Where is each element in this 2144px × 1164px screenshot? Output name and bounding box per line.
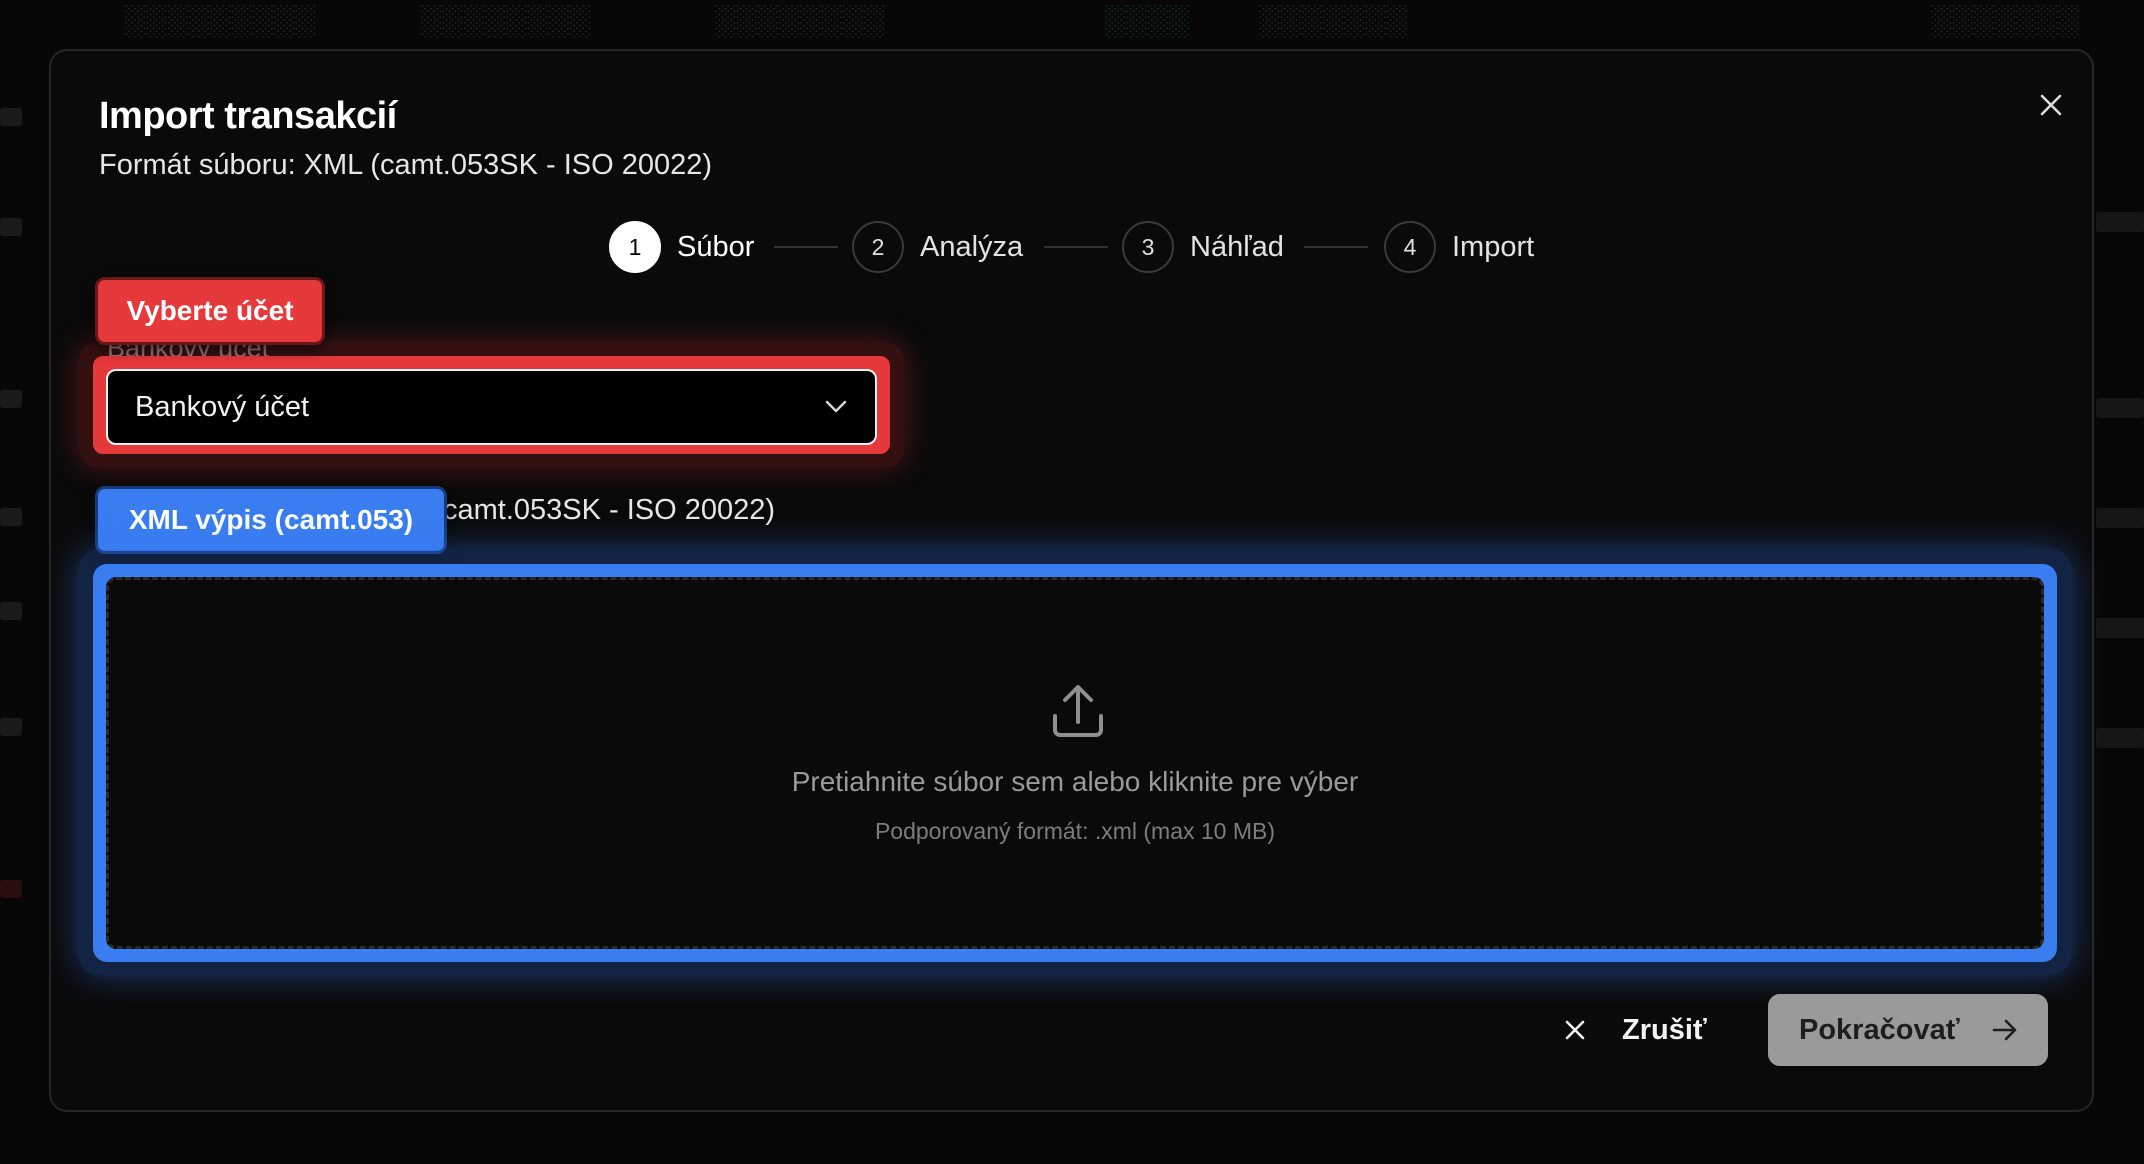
close-icon xyxy=(1565,1020,1585,1040)
step-label: Analýza xyxy=(920,230,1024,263)
step-number: 1 xyxy=(609,221,661,273)
background-nav-item: ░░░░░░░ xyxy=(1258,4,1407,37)
bank-account-select[interactable]: Bankový účet xyxy=(106,369,877,445)
upload-icon xyxy=(1053,685,1103,737)
step-file: 1 Súbor xyxy=(609,219,754,275)
dialog-subtitle: Formát súboru: XML (camt.053SK - ISO 200… xyxy=(99,149,713,181)
close-icon xyxy=(2040,94,2062,116)
background-nav-item: ░░░░░░░░ xyxy=(420,4,591,37)
step-label: Súbor xyxy=(677,230,755,263)
cancel-button-label: Zrušiť xyxy=(1622,1013,1707,1046)
step-preview: 3 Náhľad xyxy=(1122,219,1284,275)
dropzone-text: Pretiahnite súbor sem alebo kliknite pre… xyxy=(791,766,1359,797)
dropzone-hint: Podporovaný formát: .xml (max 10 MB) xyxy=(874,818,1276,844)
dialog-title: Import transakcií xyxy=(99,95,397,137)
step-connector xyxy=(1044,246,1108,248)
step-label: Import xyxy=(1452,230,1535,263)
file-dropzone[interactable]: Pretiahnite súbor sem alebo kliknite pre… xyxy=(106,577,2044,949)
continue-button[interactable]: Pokračovať xyxy=(1768,994,2048,1066)
step-number: 4 xyxy=(1384,221,1436,273)
step-label: Náhľad xyxy=(1190,230,1284,263)
step-number: 3 xyxy=(1122,221,1174,273)
file-format-label: camt.053SK - ISO 20022) xyxy=(443,494,776,526)
xml-statement-badge: XML výpis (camt.053) xyxy=(95,486,447,554)
background-nav-item: ░░░░░░░░ xyxy=(714,4,885,37)
account-error-badge: Vyberte účet xyxy=(95,277,325,345)
background-nav-item: ░░░░░░░ xyxy=(1930,4,2079,37)
continue-button-label: Pokračovať xyxy=(1799,1013,1960,1046)
step-connector xyxy=(1304,246,1368,248)
close-dialog-button[interactable] xyxy=(2029,83,2073,127)
step-number: 2 xyxy=(852,221,904,273)
import-dialog: Import transakcií Formát súboru: XML (ca… xyxy=(49,49,2094,1112)
step-import: 4 Import xyxy=(1384,219,1534,275)
arrow-right-icon xyxy=(1992,1019,2017,1041)
background-status: ░░░░ xyxy=(1104,4,1190,37)
background-nav-item: ░░░░░░░░░ xyxy=(124,4,316,37)
cancel-button[interactable]: Zrušiť xyxy=(1564,999,1782,1061)
background-topbar: ░░░░░░░░░ ░░░░░░░░ ░░░░░░░░ ░░░░ ░░░░░░░… xyxy=(0,0,2144,40)
chevron-down-icon xyxy=(825,400,847,413)
import-stepper: 1 Súbor 2 Analýza 3 Náhľad 4 Import xyxy=(51,219,2092,275)
step-connector xyxy=(774,246,838,248)
step-analysis: 2 Analýza xyxy=(852,219,1023,275)
bank-account-value: Bankový účet xyxy=(135,390,310,423)
